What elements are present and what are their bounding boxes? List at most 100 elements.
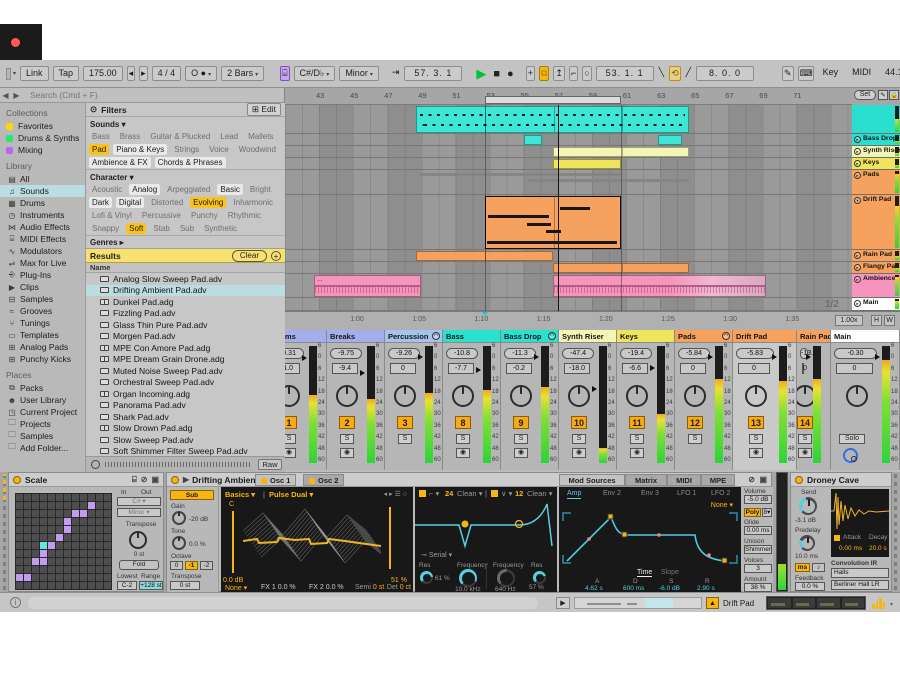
scale-cell[interactable] bbox=[16, 502, 23, 509]
result-item-organ-incoming-adg[interactable]: Organ Incoming.adg bbox=[86, 388, 285, 400]
scale-cell[interactable] bbox=[96, 558, 103, 565]
sound-tag-mallets[interactable]: Mallets bbox=[245, 131, 276, 142]
sidebar-item-grooves[interactable]: ≈Grooves bbox=[0, 305, 85, 317]
mixer-strip-drums[interactable]: Drums-9.31-1.01S◉6061218243036424860 bbox=[285, 330, 327, 470]
solo-button[interactable]: S bbox=[749, 434, 763, 444]
clip-pads[interactable] bbox=[420, 173, 621, 176]
sound-tag-bass[interactable]: Bass bbox=[89, 131, 113, 142]
scale-cell[interactable] bbox=[56, 526, 63, 533]
scale-cell[interactable] bbox=[32, 566, 39, 573]
scale-cell[interactable] bbox=[48, 518, 55, 525]
character-tag-inharmonic[interactable]: Inharmonic bbox=[230, 197, 276, 208]
pan-knob[interactable] bbox=[568, 385, 590, 407]
character-tag-dark[interactable]: Dark bbox=[89, 197, 112, 208]
scale-cell[interactable] bbox=[48, 558, 55, 565]
glide-field[interactable]: 0.00 ms bbox=[744, 526, 772, 535]
scale-cell[interactable] bbox=[32, 518, 39, 525]
octave-minus1-button[interactable]: -1 bbox=[185, 561, 198, 570]
scale-cell[interactable] bbox=[88, 566, 95, 573]
sound-tag-pad[interactable]: Pad bbox=[89, 144, 109, 155]
tab-lfo-1[interactable]: LFO 1 bbox=[677, 490, 696, 497]
track-header-ambience[interactable]: ▸Ambience bbox=[852, 274, 900, 298]
character-tag-percussive[interactable]: Percussive bbox=[139, 210, 184, 221]
sidebar-item-packs[interactable]: ⧉Packs bbox=[0, 382, 85, 394]
fader-position-arrow[interactable] bbox=[650, 365, 655, 371]
mixer-track-name[interactable]: Drums bbox=[285, 330, 327, 343]
sustain-value[interactable]: -6.0 dB bbox=[659, 585, 680, 592]
fade-out-icon[interactable]: ╱ bbox=[685, 66, 692, 81]
forward-arrow-icon[interactable]: ▶ bbox=[11, 91, 22, 100]
name-column-header[interactable]: Name bbox=[86, 263, 285, 273]
loop-start-field[interactable]: 53. 1. 1 bbox=[596, 66, 654, 81]
clip-bass-drop[interactable] bbox=[658, 135, 682, 145]
result-item-fizzling-pad-adv[interactable]: Fizzling Pad.adv bbox=[86, 308, 285, 320]
scale-cell[interactable] bbox=[40, 502, 47, 509]
link-button[interactable]: Link bbox=[20, 66, 49, 81]
unfold-track-icon[interactable]: ▸ bbox=[854, 252, 861, 259]
wavetable-dropdown[interactable]: Pulse Dual ▾ bbox=[269, 490, 313, 499]
result-item-dunkel-pad-adg[interactable]: Dunkel Pad.adg bbox=[86, 296, 285, 308]
scale-cell[interactable] bbox=[32, 558, 39, 565]
sub-osc-button[interactable]: Sub bbox=[170, 490, 214, 500]
lowest-field[interactable]: C-2 bbox=[117, 581, 137, 590]
nudge-up-button[interactable]: ▸ bbox=[139, 66, 148, 81]
fader-position-arrow[interactable] bbox=[476, 367, 481, 373]
solo-button[interactable]: S bbox=[630, 434, 644, 444]
scale-cell[interactable] bbox=[56, 574, 63, 581]
sidebar-item-analog-pads[interactable]: ⊞Analog Pads bbox=[0, 341, 85, 353]
mixer-track-name[interactable]: Keys bbox=[617, 330, 675, 343]
peak-value[interactable]: -5.84 bbox=[678, 348, 710, 359]
mixer-strip-bass-drop[interactable]: Bass Drop◠-11.3-0.29S◉606121824303642486… bbox=[501, 330, 559, 470]
scale-cell[interactable] bbox=[24, 582, 31, 589]
scale-cell[interactable] bbox=[96, 550, 103, 557]
unfold-track-icon[interactable]: ▾ bbox=[854, 197, 861, 204]
scale-cell[interactable] bbox=[48, 534, 55, 541]
capture-midi-button[interactable]: ↥ bbox=[553, 66, 565, 81]
filters-collapse-icon[interactable]: ⊙ bbox=[90, 104, 97, 115]
scale-cell[interactable] bbox=[72, 526, 79, 533]
collection-mixing[interactable]: Mixing bbox=[0, 144, 85, 156]
filter2-circuit-dropdown[interactable]: Clean ▾ bbox=[527, 489, 552, 498]
scale-keys-icon[interactable]: ⌸ bbox=[280, 66, 289, 81]
collection-drums-synths[interactable]: Drums & Synths bbox=[0, 132, 85, 144]
monitor-button[interactable]: ◉ bbox=[514, 448, 528, 458]
sidebar-item-plug-ins[interactable]: ⎆Plug-Ins bbox=[0, 269, 85, 281]
filter-routing-dropdown[interactable]: ⊸ Serial ▾ bbox=[421, 551, 452, 559]
detail-view-selector-active[interactable] bbox=[3, 474, 6, 500]
monitor-button[interactable]: ◉ bbox=[456, 448, 470, 458]
scale-cell[interactable] bbox=[104, 510, 111, 517]
scale-cell[interactable] bbox=[80, 558, 87, 565]
arrangement-position-field[interactable]: 57. 3. 1 bbox=[404, 66, 462, 81]
scale-cell[interactable] bbox=[24, 542, 31, 549]
result-item-orchestral-sweep-pad-adv[interactable]: Orchestral Sweep Pad.adv bbox=[86, 377, 285, 389]
osc-pitch-slider[interactable] bbox=[232, 511, 234, 573]
sync-mode-button[interactable]: ♪ bbox=[812, 563, 825, 572]
mixer-track-name[interactable]: Bass Drop◠ bbox=[501, 330, 559, 343]
close-window-button[interactable] bbox=[11, 38, 20, 47]
sidebar-item-midi-effects[interactable]: ⌸MIDI Effects bbox=[0, 233, 85, 245]
scale-cell[interactable] bbox=[56, 566, 63, 573]
scale-cell[interactable] bbox=[80, 502, 87, 509]
volume-value[interactable]: -9.4 bbox=[332, 363, 358, 374]
scale-cell[interactable] bbox=[24, 510, 31, 517]
track-header-main[interactable]: ▸Main bbox=[852, 298, 900, 311]
sound-tag-voice[interactable]: Voice bbox=[206, 144, 232, 155]
result-item-mpe-con-amore-pad-adg[interactable]: MPE Con Amore Pad.adg bbox=[86, 342, 285, 354]
scale-cell[interactable] bbox=[104, 558, 111, 565]
scale-cell[interactable] bbox=[40, 550, 47, 557]
scale-cell[interactable] bbox=[16, 542, 23, 549]
sidebar-item-max-for-live[interactable]: ⇌Max for Live bbox=[0, 257, 85, 269]
preview-play-icon[interactable]: ▶ bbox=[183, 475, 189, 484]
result-item-panorama-pad-adv[interactable]: Panorama Pad.adv bbox=[86, 400, 285, 412]
sidebar-item-drums[interactable]: ▦Drums bbox=[0, 197, 85, 209]
sound-tag-strings[interactable]: Strings bbox=[171, 144, 202, 155]
result-item-shark-pad-adv[interactable]: Shark Pad.adv bbox=[86, 411, 285, 423]
scale-cell[interactable] bbox=[64, 526, 71, 533]
sound-tag-chords-phrases[interactable]: Chords & Phrases bbox=[155, 157, 226, 168]
track-header-bass-drop[interactable]: ▸Bass Drop bbox=[852, 134, 900, 146]
zoom-height-button[interactable]: H bbox=[871, 315, 882, 326]
filter2-slope[interactable]: 12 bbox=[515, 489, 523, 498]
punch-in-button[interactable]: ⌐ bbox=[569, 66, 578, 81]
track-header-flangy-pad[interactable]: ▸Flangy Pad bbox=[852, 262, 900, 274]
sounds-section-title[interactable]: Sounds ▾ bbox=[86, 117, 285, 130]
